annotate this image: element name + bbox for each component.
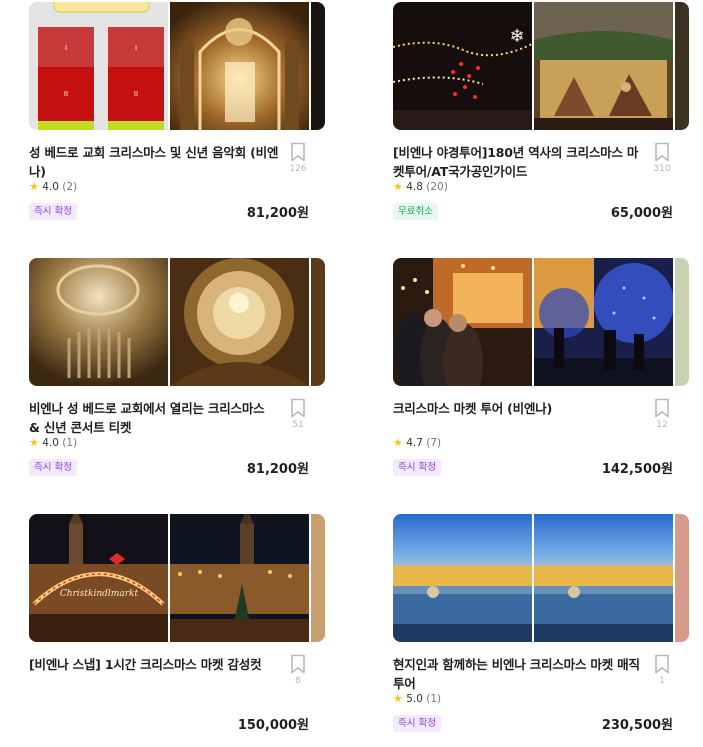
product-title[interactable]: 성 베드로 교회 크리스마스 및 신년 음악회 (비엔나) — [29, 143, 279, 181]
status-badge: 즉시 확정 — [29, 203, 77, 220]
review-count: (2) — [62, 181, 78, 193]
product-images[interactable] — [393, 258, 689, 386]
star-icon: ★ — [29, 436, 39, 449]
product-card[interactable]: 비엔나 성 베드로 교회에서 열리는 크리스마스 & 신년 콘서트 티켓 51 … — [29, 258, 325, 483]
svg-text:I: I — [135, 44, 137, 52]
more-image — [311, 514, 325, 642]
rating: ★ 4.0 (2) — [29, 180, 77, 193]
star-icon: ★ — [29, 180, 39, 193]
product-images[interactable]: I I II II — [29, 2, 325, 130]
product-card[interactable]: 현지인과 함께하는 비엔나 크리스마스 마켓 매직 투어 1 ★ 5.0 (1)… — [393, 514, 689, 739]
more-image — [675, 514, 689, 642]
product-title[interactable]: 비엔나 성 베드로 교회에서 열리는 크리스마스 & 신년 콘서트 티켓 — [29, 399, 279, 437]
night-lights-image: ❄ — [393, 2, 532, 130]
bookmark-icon — [291, 654, 305, 674]
price: 65,000원 — [610, 206, 673, 221]
price: 81,200원 — [246, 462, 309, 477]
status-badge: 즉시 확정 — [29, 459, 77, 476]
review-count: (1) — [62, 437, 78, 449]
bookmark-button[interactable]: 12 — [651, 398, 673, 430]
price: 81,200원 — [246, 206, 309, 221]
star-icon: ★ — [393, 180, 403, 193]
bookmark-button[interactable]: 8 — [287, 654, 309, 686]
product-card[interactable]: I I II II 성 베드로 교회 크리스마스 및 신년 음악회 (비엔나) … — [29, 2, 325, 227]
rating: ★ 5.0 (1) — [393, 692, 441, 705]
svg-text:II: II — [134, 90, 138, 98]
review-count: (7) — [426, 437, 442, 449]
church-interior-image — [170, 2, 309, 130]
bookmark-count: 1 — [659, 676, 665, 686]
rating: ★ 4.7 (7) — [393, 436, 441, 449]
rating-value: 4.8 — [406, 181, 423, 193]
product-title[interactable]: [비엔나 스냅] 1시간 크리스마스 마켓 감성컷 — [29, 655, 279, 674]
bookmark-icon — [291, 398, 305, 418]
svg-text:II: II — [64, 90, 68, 98]
bookmark-icon — [291, 142, 305, 162]
rating-value: 5.0 — [406, 693, 423, 705]
svg-text:Christkindlmarkt: Christkindlmarkt — [60, 589, 139, 599]
status-badge: 즉시 확정 — [393, 715, 441, 732]
more-image — [675, 2, 689, 130]
more-image — [311, 2, 325, 130]
product-images[interactable] — [393, 514, 689, 642]
svg-text:I: I — [65, 44, 67, 52]
review-count: (1) — [426, 693, 442, 705]
product-card[interactable]: Christkindlmarkt [비엔나 스냅] 1시간 크리스마스 마켓 감… — [29, 514, 325, 739]
product-card[interactable]: ❄ [비엔나 야경투어]180년 역사의 크리스마스 마켓투어/AT국가공인가이… — [393, 2, 689, 227]
product-card[interactable]: 크리스마스 마켓 투어 (비엔나) 12 ★ 4.7 (7) 즉시 확정 142… — [393, 258, 689, 483]
bookmark-count: 8 — [295, 676, 301, 686]
market-stall-image — [393, 258, 532, 386]
product-title[interactable]: 크리스마스 마켓 투어 (비엔나) — [393, 399, 643, 418]
dome-ceiling-image — [170, 258, 309, 386]
rating-value: 4.0 — [42, 181, 59, 193]
bookmark-count: 126 — [289, 164, 307, 174]
star-icon: ★ — [393, 692, 403, 705]
status-badge: 무료취소 — [393, 203, 438, 220]
schoenbrunn-palace-image — [534, 514, 673, 642]
seat-map-image: I I II II — [29, 2, 168, 130]
bookmark-icon — [655, 142, 669, 162]
bookmark-button[interactable]: 310 — [651, 142, 673, 174]
price: 142,500원 — [601, 462, 673, 477]
product-title[interactable]: [비엔나 야경투어]180년 역사의 크리스마스 마켓투어/AT국가공인가이드 — [393, 143, 643, 181]
more-image — [311, 258, 325, 386]
bookmark-button[interactable]: 126 — [287, 142, 309, 174]
nativity-stall-image — [534, 2, 673, 130]
price: 230,500원 — [601, 718, 673, 733]
bookmark-button[interactable]: 1 — [651, 654, 673, 686]
star-icon: ★ — [393, 436, 403, 449]
review-count: (20) — [426, 181, 448, 193]
bookmark-button[interactable]: 51 — [287, 398, 309, 430]
blue-lights-trees-image — [534, 258, 673, 386]
rating: ★ 4.8 (20) — [393, 180, 448, 193]
rating-value: 4.0 — [42, 437, 59, 449]
product-images[interactable]: Christkindlmarkt — [29, 514, 325, 642]
more-image — [675, 258, 689, 386]
status-badge: 즉시 확정 — [393, 459, 441, 476]
bookmark-count: 310 — [653, 164, 671, 174]
church-organ-image — [29, 258, 168, 386]
product-images[interactable]: ❄ — [393, 2, 689, 130]
rating-value: 4.7 — [406, 437, 423, 449]
product-title[interactable]: 현지인과 함께하는 비엔나 크리스마스 마켓 매직 투어 — [393, 655, 643, 693]
svg-text:❄: ❄ — [509, 26, 524, 47]
schoenbrunn-palace-image — [393, 514, 532, 642]
product-images[interactable] — [29, 258, 325, 386]
bookmark-icon — [655, 398, 669, 418]
bookmark-icon — [655, 654, 669, 674]
bookmark-count: 12 — [656, 420, 668, 430]
city-hall-night-image — [170, 514, 309, 642]
rating: ★ 4.0 (1) — [29, 436, 77, 449]
price: 150,000원 — [237, 718, 309, 733]
bookmark-count: 51 — [292, 420, 304, 430]
rathaus-market-image: Christkindlmarkt — [29, 514, 168, 642]
